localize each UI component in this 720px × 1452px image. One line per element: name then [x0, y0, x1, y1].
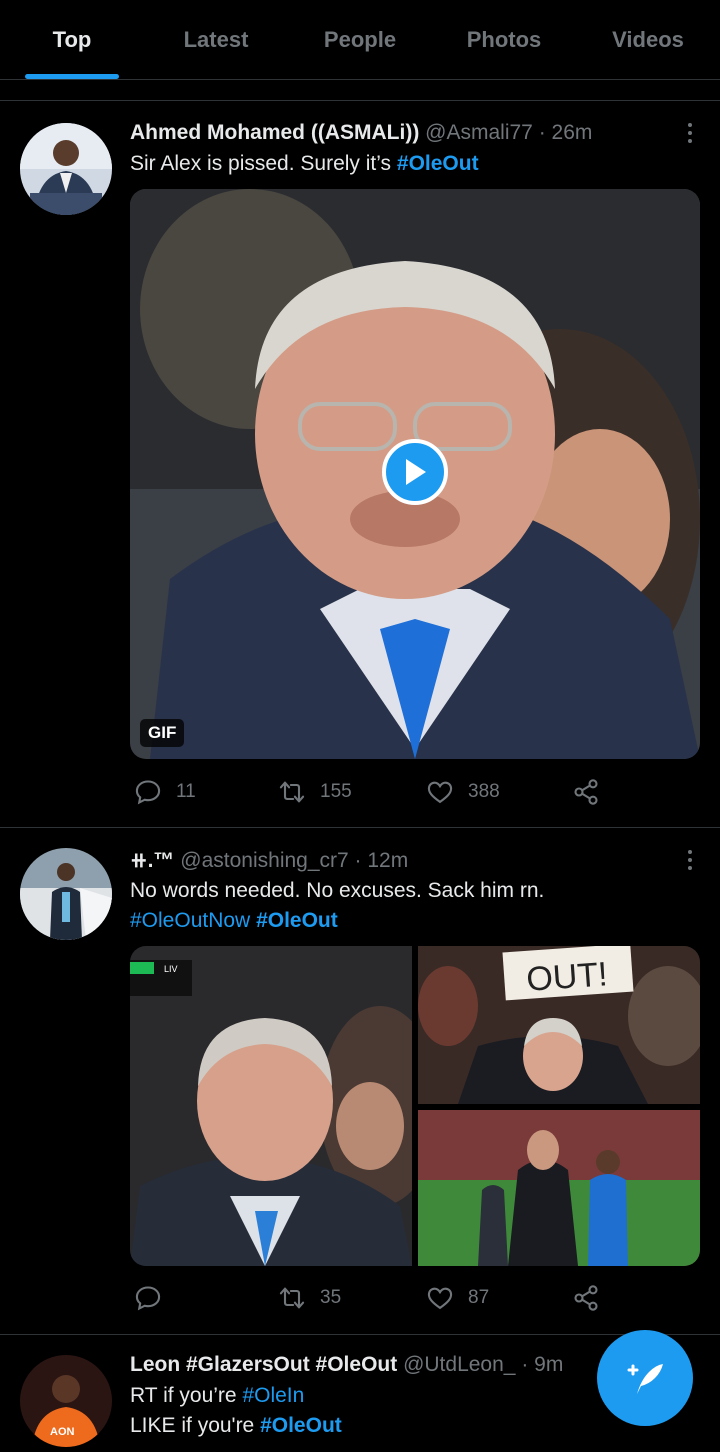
tweet-text-line: No words needed. No excuses. Sack him rn… — [130, 879, 545, 902]
user-handle[interactable]: @Asmali77 — [425, 121, 533, 144]
like-count: 87 — [468, 1287, 490, 1308]
search-tabs: Top Latest People Photos Videos — [0, 0, 720, 80]
tweet-header: Leon #GlazersOut #OleOut @UtdLeon_ · 9m — [130, 1353, 563, 1377]
tab-people[interactable]: People — [288, 0, 432, 79]
share-icon — [574, 1285, 598, 1311]
avatar[interactable] — [20, 123, 112, 215]
tweet-media-grid: LIV OUT! — [130, 946, 700, 1266]
like-icon — [427, 781, 453, 804]
reply-button[interactable]: 11 — [134, 778, 196, 806]
like-button[interactable]: 87 — [426, 1284, 489, 1312]
like-icon — [427, 1287, 453, 1310]
tab-latest[interactable]: Latest — [144, 0, 288, 79]
tweet-header: ⧺.™ @astonishing_cr7 · 12m — [130, 848, 408, 873]
tweet-text: Sir Alex is pissed. Surely it’s #OleOut — [130, 149, 690, 179]
tweet-header: Ahmed Mohamed ((ASMALi)) @Asmali77 · 26m — [130, 121, 592, 145]
share-button[interactable] — [572, 1284, 600, 1312]
photo-image: LIV — [130, 946, 440, 1266]
shirt-sponsor-text: AON — [50, 1426, 75, 1438]
retweet-icon — [279, 781, 305, 803]
timestamp[interactable]: 9m — [534, 1353, 563, 1376]
tweet-text-body: Sir Alex is pissed. Surely it’s — [130, 152, 397, 175]
tweet-photo[interactable]: OUT! — [418, 946, 700, 1104]
tab-label: Top — [52, 27, 92, 52]
hashtag-link[interactable]: #OleOut — [397, 152, 479, 175]
tweet-actions: 35 87 — [130, 1284, 630, 1314]
like-count: 388 — [468, 781, 500, 802]
timestamp[interactable]: 12m — [367, 849, 408, 872]
active-tab-indicator — [25, 74, 119, 79]
separator: · — [515, 1353, 535, 1376]
display-name[interactable]: Leon #GlazersOut #OleOut — [130, 1353, 397, 1376]
photo-image — [418, 1110, 700, 1266]
play-icon[interactable] — [382, 439, 448, 505]
retweet-button[interactable]: 155 — [278, 778, 352, 806]
tab-label: Photos — [466, 27, 542, 52]
score-overlay-text: LIV — [164, 964, 178, 974]
user-handle[interactable]: @UtdLeon_ — [403, 1353, 515, 1376]
sign-text: OUT! — [525, 955, 609, 999]
more-icon[interactable] — [686, 123, 694, 143]
more-icon[interactable] — [686, 850, 694, 870]
gif-badge: GIF — [140, 719, 185, 747]
separator: · — [348, 849, 368, 872]
retweet-icon — [279, 1287, 305, 1309]
hashtag-link[interactable]: #OleOut — [260, 1414, 342, 1437]
tweet-actions: 11 155 388 — [130, 778, 630, 808]
tweet-media-gif[interactable]: GIF — [130, 189, 700, 759]
compose-icon — [627, 1364, 663, 1394]
tab-label: People — [323, 27, 397, 52]
share-icon — [574, 779, 598, 805]
hashtag-link[interactable]: #OleOutNow — [130, 909, 250, 932]
tweet-photo[interactable] — [418, 1110, 700, 1266]
tweet[interactable]: Ahmed Mohamed ((ASMALi)) @Asmali77 · 26m… — [0, 101, 720, 827]
hashtag-link[interactable]: #OleIn — [242, 1384, 304, 1407]
tweet-photo[interactable]: LIV — [130, 946, 440, 1266]
retweet-count: 155 — [320, 781, 352, 802]
photo-image: OUT! — [418, 946, 700, 1104]
tweet-text-body: RT if you’re — [130, 1384, 243, 1407]
tab-label: Latest — [183, 27, 249, 52]
separator: · — [532, 121, 552, 144]
timestamp[interactable]: 26m — [552, 121, 593, 144]
share-button[interactable] — [572, 778, 600, 806]
tab-label: Videos — [612, 27, 684, 52]
tweet[interactable]: ⧺.™ @astonishing_cr7 · 12m No words need… — [0, 828, 720, 1334]
tweet-text-line: LIKE if you're #OleOut — [130, 1411, 690, 1441]
retweet-button[interactable]: 35 — [278, 1284, 341, 1312]
reply-icon — [135, 1286, 161, 1311]
tab-top[interactable]: Top — [0, 0, 144, 79]
tab-videos[interactable]: Videos — [576, 0, 720, 79]
display-name[interactable]: ⧺.™ — [130, 849, 174, 872]
hashtag-link[interactable]: #OleOut — [256, 909, 338, 932]
avatar[interactable]: AON — [20, 1355, 112, 1447]
tab-photos[interactable]: Photos — [432, 0, 576, 79]
compose-tweet-button[interactable] — [597, 1330, 693, 1426]
reply-icon — [135, 780, 161, 805]
tweet-text: No words needed. No excuses. Sack him rn… — [130, 876, 690, 936]
avatar[interactable] — [20, 848, 112, 940]
tweet-hashtags-line: #OleOutNow #OleOut — [130, 906, 690, 936]
like-button[interactable]: 388 — [426, 778, 500, 806]
tweet-text-body: LIKE if you're — [130, 1414, 261, 1437]
reply-button[interactable] — [134, 1284, 162, 1312]
display-name[interactable]: Ahmed Mohamed ((ASMALi)) — [130, 121, 419, 144]
reply-count: 11 — [176, 781, 196, 802]
retweet-count: 35 — [320, 1287, 342, 1308]
user-handle[interactable]: @astonishing_cr7 — [180, 849, 348, 872]
